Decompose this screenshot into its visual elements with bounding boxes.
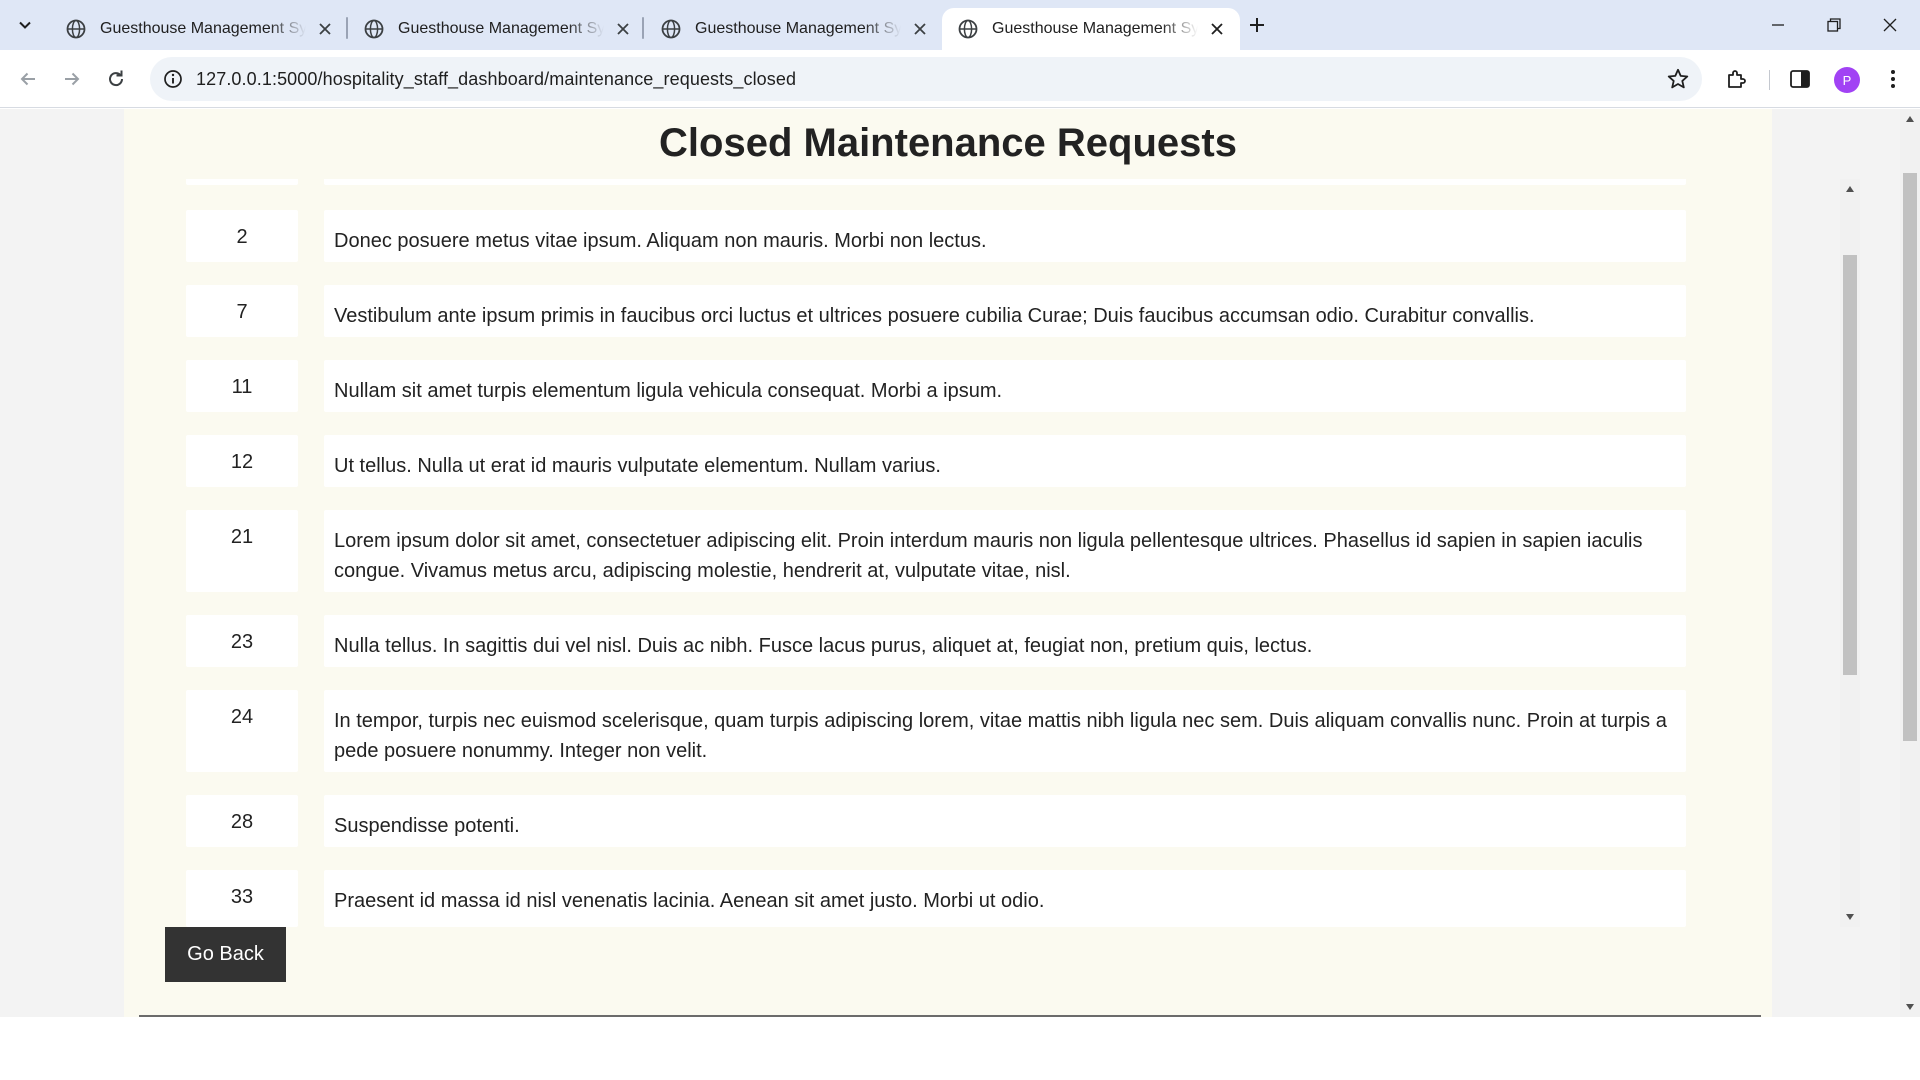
page-scrollbar-thumb[interactable] [1903,173,1917,741]
page-viewport: Closed Maintenance Requests 2 Donec posu… [0,109,1920,1017]
browser-tab-4-active[interactable]: Guesthouse Management System [942,8,1240,50]
site-info-icon[interactable] [162,68,184,90]
close-tab-icon[interactable] [314,18,336,40]
minimize-icon [1772,24,1784,26]
globe-icon [364,19,384,39]
close-tab-icon[interactable] [612,18,634,40]
new-tab-button[interactable] [1240,10,1274,40]
tab-title: Guesthouse Management System [398,20,604,37]
request-id: 11 [186,360,298,412]
request-id: 33 [186,870,298,927]
chevron-down-icon [19,21,31,29]
more-vertical-icon [1891,70,1895,88]
request-description: Nullam sit amet turpis elementum ligula … [324,360,1686,412]
toolbar-divider [1769,70,1770,90]
request-id: 12 [186,435,298,487]
scroll-up-arrow-icon[interactable] [1904,113,1916,125]
extensions-button[interactable] [1723,65,1751,93]
request-id-cell [186,179,298,185]
side-panel-button[interactable] [1786,65,1814,93]
reload-icon [109,70,124,87]
request-description-cell [324,179,1686,185]
tab-title: Guesthouse Management System [100,20,306,37]
request-id: 23 [186,615,298,667]
browser-menu-button[interactable] [1879,65,1907,93]
browser-toolbar: 127.0.0.1:5000/hospitality_staff_dashboa… [0,50,1920,108]
close-tab-icon[interactable] [909,18,931,40]
request-id: 24 [186,690,298,772]
forward-button[interactable] [54,61,90,97]
url-text[interactable]: 127.0.0.1:5000/hospitality_staff_dashboa… [196,69,796,90]
tab-separator [642,17,644,39]
browser-tab-1[interactable]: Guesthouse Management System [50,8,348,50]
request-description: Suspendisse potenti. [324,795,1686,847]
request-id: 2 [186,210,298,262]
bookmark-star-icon[interactable] [1666,67,1690,91]
list-item: 2 Donec posuere metus vitae ipsum. Aliqu… [186,210,1686,262]
request-id: 7 [186,285,298,337]
request-description: Vestibulum ante ipsum primis in faucibus… [324,285,1686,337]
blank-area [0,1017,1920,1080]
globe-icon [66,19,86,39]
request-description: Ut tellus. Nulla ut erat id mauris vulpu… [324,435,1686,487]
restore-icon [1827,18,1841,32]
minimize-button[interactable] [1750,0,1806,50]
close-icon [1883,18,1897,32]
go-back-button[interactable]: Go Back [165,927,286,982]
request-description: In tempor, turpis nec euismod scelerisqu… [324,690,1686,772]
profile-avatar[interactable]: P [1834,67,1860,93]
request-id: 21 [186,510,298,592]
globe-icon [661,19,681,39]
list-item: 24 In tempor, turpis nec euismod sceleri… [186,690,1686,772]
page-title: Closed Maintenance Requests [659,121,1237,165]
arrow-left-icon [20,72,35,86]
browser-tab-3[interactable]: Guesthouse Management System [645,8,943,50]
close-tab-icon[interactable] [1206,18,1228,40]
browser-tab-2[interactable]: Guesthouse Management System [348,8,646,50]
reload-button[interactable] [98,61,134,97]
content-panel: Closed Maintenance Requests 2 Donec posu… [124,109,1860,1017]
request-description: Donec posuere metus vitae ipsum. Aliquam… [324,210,1686,262]
page-scrollbar[interactable] [1900,109,1920,1017]
scroll-down-arrow-icon[interactable] [1844,911,1856,923]
list-scrollbar-thumb[interactable] [1843,255,1857,675]
request-description: Nulla tellus. In sagittis dui vel nisl. … [324,615,1686,667]
request-id: 28 [186,795,298,847]
list-scrollbar[interactable] [1840,179,1860,927]
scroll-up-arrow-icon[interactable] [1844,183,1856,195]
request-description: Lorem ipsum dolor sit amet, consectetuer… [324,510,1686,592]
tab-title: Guesthouse Management System [695,20,901,37]
puzzle-icon [1728,70,1746,88]
requests-scroll-area[interactable]: 2 Donec posuere metus vitae ipsum. Aliqu… [186,179,1726,927]
list-item: 33 Praesent id massa id nisl venenatis l… [186,870,1686,927]
list-item-partial [186,179,1686,185]
side-panel-icon [1790,70,1810,88]
close-window-button[interactable] [1862,0,1918,50]
list-item: 21 Lorem ipsum dolor sit amet, consectet… [186,510,1686,592]
arrow-right-icon [65,72,80,86]
tab-title: Guesthouse Management System [992,20,1198,37]
plus-icon [1250,18,1264,32]
list-item: 12 Ut tellus. Nulla ut erat id mauris vu… [186,435,1686,487]
restore-button[interactable] [1806,0,1862,50]
globe-icon [958,19,978,39]
scroll-down-arrow-icon[interactable] [1904,1001,1916,1013]
list-item: 7 Vestibulum ante ipsum primis in faucib… [186,285,1686,337]
list-item: 28 Suspendisse potenti. [186,795,1686,847]
tab-strip: Guesthouse Management System Guesthouse … [0,0,1920,50]
list-item: 23 Nulla tellus. In sagittis dui vel nis… [186,615,1686,667]
list-item: 11 Nullam sit amet turpis elementum ligu… [186,360,1686,412]
back-button[interactable] [10,61,46,97]
address-bar[interactable]: 127.0.0.1:5000/hospitality_staff_dashboa… [150,57,1702,101]
tab-search-dropdown-button[interactable] [8,10,42,40]
request-description: Praesent id massa id nisl venenatis laci… [324,870,1686,927]
